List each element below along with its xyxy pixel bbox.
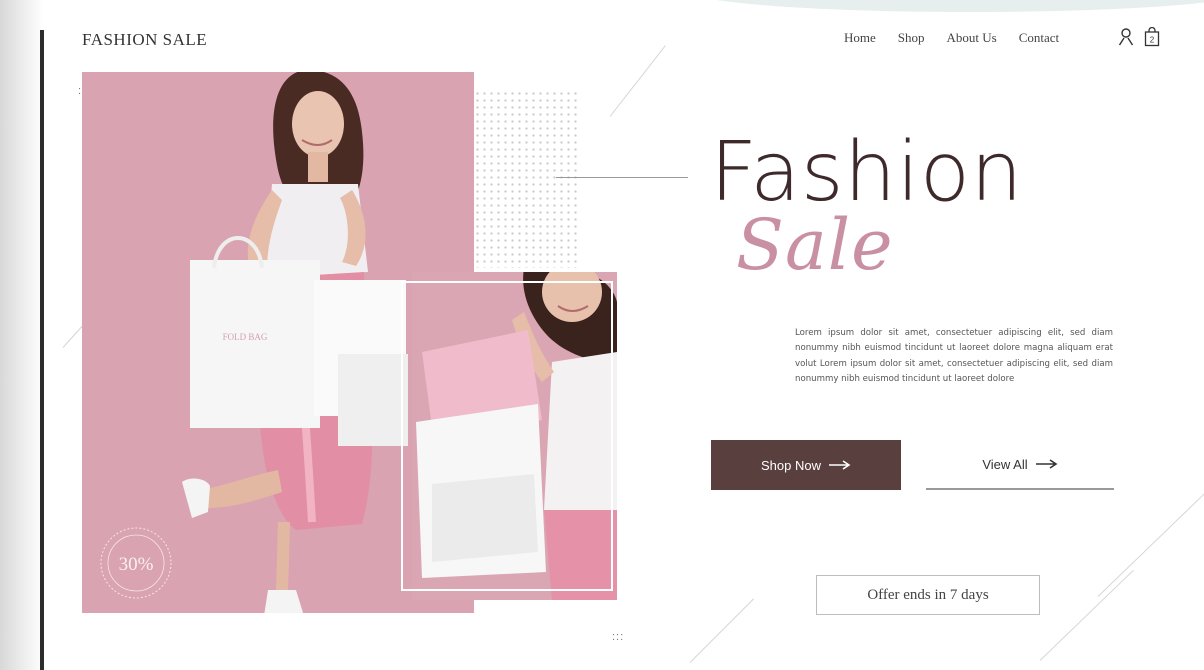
- arrow-right-icon: [828, 460, 851, 470]
- offer-countdown-box: Offer ends in 7 days: [816, 575, 1040, 615]
- hero-subtitle-script: Sale: [736, 204, 894, 286]
- photo-frame-outline: [401, 281, 613, 591]
- dots-decoration: :::: [612, 631, 625, 643]
- decorative-line: [1039, 569, 1134, 661]
- decorative-line: [1097, 491, 1204, 597]
- nav-home[interactable]: Home: [844, 30, 876, 46]
- discount-badge: 30%: [100, 527, 172, 599]
- offer-text: Offer ends in 7 days: [867, 586, 989, 603]
- decorative-line: [689, 598, 754, 663]
- nav-icons: 2: [1118, 27, 1160, 47]
- nav-contact[interactable]: Contact: [1019, 30, 1059, 46]
- shop-now-label: Shop Now: [761, 457, 821, 473]
- hero-title: Fashion: [710, 125, 1024, 220]
- page-edge: [40, 30, 44, 670]
- hero-description: Lorem ipsum dolor sit amet, consectetuer…: [795, 327, 1113, 385]
- page-shadow: [0, 0, 44, 670]
- shop-now-button[interactable]: Shop Now: [711, 440, 901, 490]
- shopping-bag-icon[interactable]: 2: [1144, 27, 1160, 47]
- discount-badge-text: 30%: [119, 554, 154, 575]
- view-all-label: View All: [982, 456, 1028, 472]
- main-nav: Home Shop About Us Contact: [844, 30, 1059, 46]
- nav-shop[interactable]: Shop: [898, 30, 925, 46]
- decorative-line: [609, 45, 666, 117]
- nav-about-us[interactable]: About Us: [947, 30, 997, 46]
- title-divider-line: [556, 177, 688, 178]
- top-decoration: [690, 0, 1204, 12]
- bag-print-text: FOLD BAG: [223, 332, 268, 342]
- view-all-button[interactable]: View All: [926, 440, 1114, 490]
- arrow-right-icon: [1035, 459, 1058, 469]
- cart-count: 2: [1150, 36, 1155, 45]
- brand-logo[interactable]: FASHION SALE: [82, 30, 207, 50]
- user-icon[interactable]: [1118, 27, 1134, 47]
- dot-grid-pattern: [474, 90, 578, 268]
